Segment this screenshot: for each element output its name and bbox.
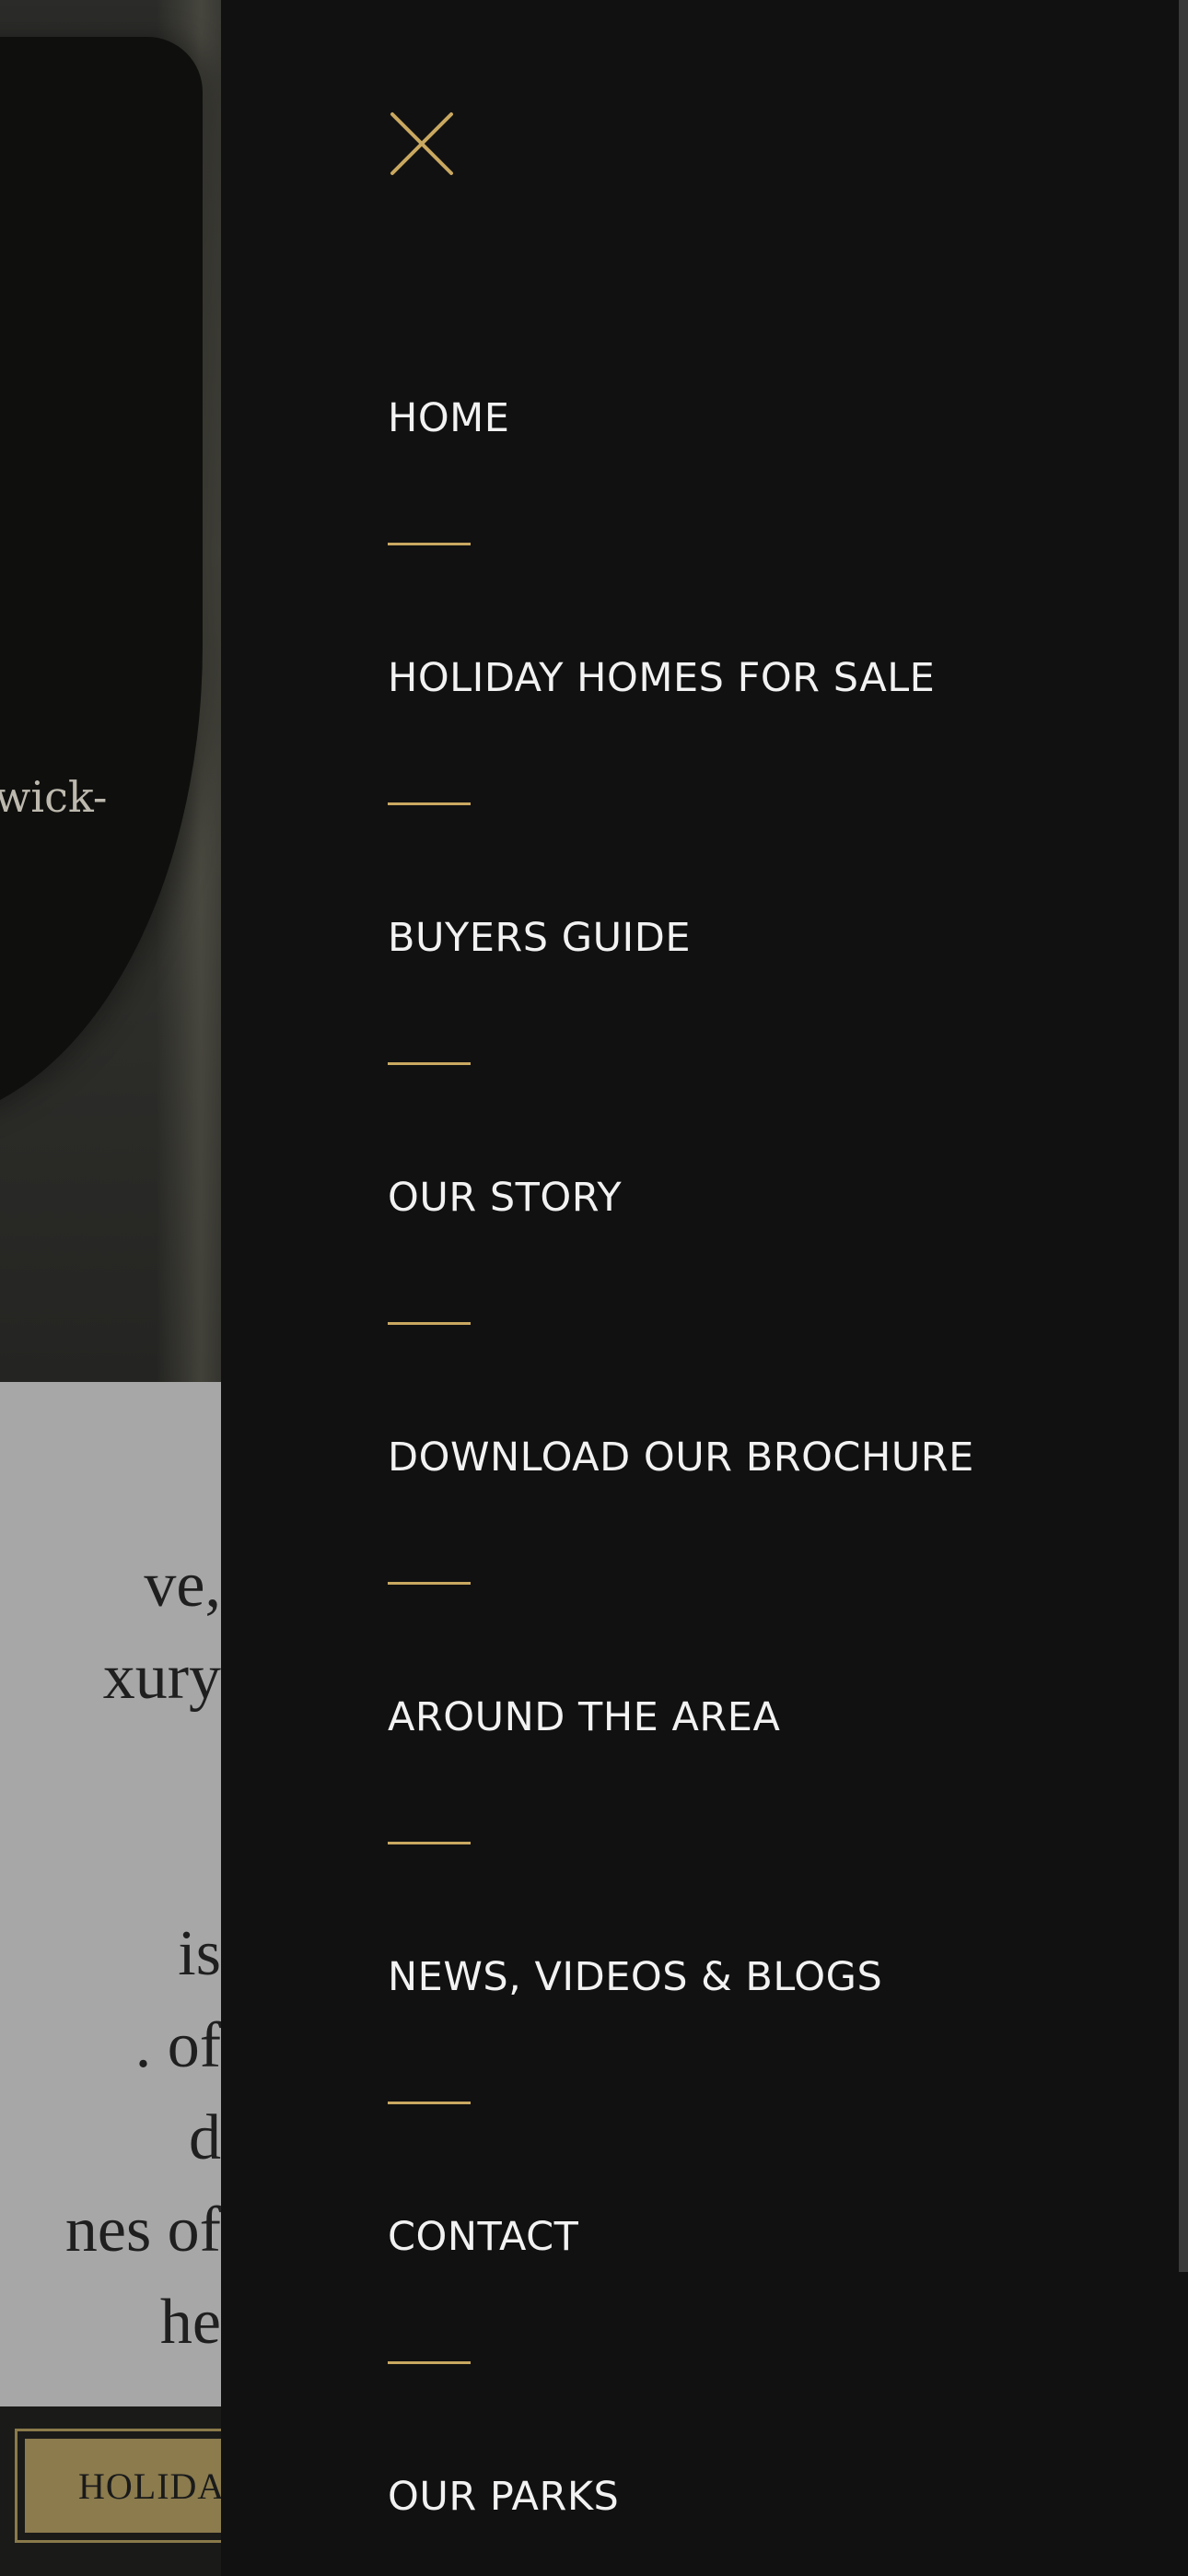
menu-item-our-parks[interactable]: OUR PARKS bbox=[388, 2460, 619, 2534]
menu-divider bbox=[388, 1322, 471, 1325]
menu-item-label: DOWNLOAD OUR BROCHURE bbox=[388, 1434, 974, 1481]
intro-text-line: ve, bbox=[144, 1550, 221, 1621]
intro-text-line: nes of bbox=[64, 2195, 221, 2266]
menu-divider bbox=[388, 802, 471, 805]
menu-item-label: OUR STORY bbox=[388, 1175, 623, 1221]
menu-divider bbox=[388, 2102, 471, 2104]
navigation-menu-panel: HOME HOLIDAY HOMES FOR SALE BUYERS GUIDE… bbox=[221, 0, 1188, 2576]
menu-item-label: OUR PARKS bbox=[388, 2474, 620, 2520]
menu-item-news-videos-blogs[interactable]: NEWS, VIDEOS & BLOGS bbox=[388, 1940, 882, 2014]
hero-caption: wick- bbox=[0, 772, 108, 822]
menu-item-around-the-area[interactable]: AROUND THE AREA bbox=[388, 1680, 780, 1754]
holiday-homes-button[interactable]: HOLIDAY bbox=[15, 2429, 221, 2543]
holiday-homes-button-label: HOLIDAY bbox=[25, 2439, 221, 2533]
menu-item-label: CONTACT bbox=[388, 2214, 579, 2260]
menu-item-label: HOLIDAY HOMES FOR SALE bbox=[388, 655, 936, 701]
menu-item-contact[interactable]: CONTACT bbox=[388, 2200, 578, 2274]
intro-text-section: ve, xury is . of d nes of he bbox=[0, 1382, 221, 2406]
menu-divider bbox=[388, 1582, 471, 1585]
intro-text-line: he bbox=[159, 2287, 221, 2358]
hero-image: wick- bbox=[0, 0, 221, 1382]
menu-divider bbox=[388, 2361, 471, 2364]
menu-divider bbox=[388, 1062, 471, 1065]
bottom-cta-bar: HOLIDAY bbox=[0, 2406, 221, 2576]
menu-item-buyers-guide[interactable]: BUYERS GUIDE bbox=[388, 901, 691, 975]
menu-item-label: HOME bbox=[388, 395, 510, 441]
menu-item-label: NEWS, VIDEOS & BLOGS bbox=[388, 1954, 883, 2000]
menu-scrollbar[interactable] bbox=[1179, 0, 1188, 2272]
menu-item-label: BUYERS GUIDE bbox=[388, 915, 692, 961]
menu-item-our-story[interactable]: OUR STORY bbox=[388, 1161, 622, 1235]
menu-item-holiday-homes-for-sale[interactable]: HOLIDAY HOMES FOR SALE bbox=[388, 641, 935, 715]
close-icon bbox=[390, 112, 453, 175]
intro-text-line: d bbox=[189, 2102, 221, 2173]
menu-item-home[interactable]: HOME bbox=[388, 381, 509, 455]
close-menu-button[interactable] bbox=[387, 109, 457, 179]
menu-item-download-brochure[interactable]: DOWNLOAD OUR BROCHURE bbox=[388, 1421, 974, 1494]
intro-text-line: xury bbox=[102, 1642, 221, 1713]
menu-divider bbox=[388, 543, 471, 545]
menu-item-label: AROUND THE AREA bbox=[388, 1694, 781, 1740]
background-page: wick- ve, xury is . of d nes of he HOLID… bbox=[0, 0, 221, 2576]
intro-text-line: is bbox=[178, 1918, 221, 1989]
menu-divider bbox=[388, 1842, 471, 1844]
intro-text-line: . of bbox=[134, 2010, 221, 2081]
